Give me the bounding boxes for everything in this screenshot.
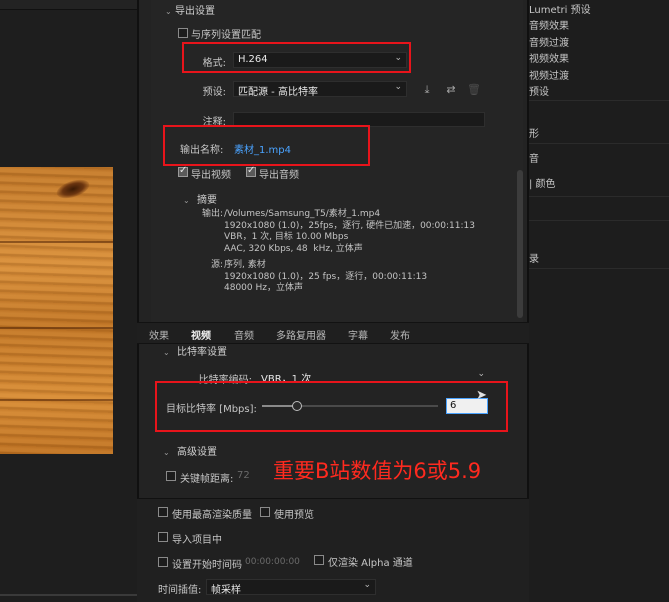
import-into-project-label: 导入项目中 [172,535,222,546]
summary-source-line: 序列, 素材 [224,260,266,270]
tab-effects[interactable]: 效果 [149,327,169,342]
panel-item-color[interactable]: | 颜色 [529,175,556,190]
panel-item-audio[interactable]: 音 [529,150,539,165]
export-video-label: 导出视频 [191,170,231,181]
wood-seam [0,399,113,401]
keyframe-distance-value[interactable]: 72 [237,470,250,481]
wood-knot [54,176,92,202]
tab-audio[interactable]: 音频 [234,327,254,342]
panel-item-shape[interactable]: 形 [529,125,539,140]
summary-output-label: 输出: [201,209,223,219]
summary-source-line: 1920x1080 (1.0)，25 fps，逐行，00:00:11:13 [224,272,428,282]
export-audio-checkbox[interactable] [246,165,256,177]
chevron-down-icon: ⌄ [163,448,170,457]
bitrate-settings-header[interactable]: ⌄ 比特率设置 [163,343,227,358]
effects-item-video-transitions[interactable]: 视频过渡 [529,67,569,82]
summary-source-label: 源: [210,260,223,270]
output-name-highlight-box [163,125,370,166]
use-previews-label: 使用预览 [274,510,314,521]
effects-item-audio-effects[interactable]: 音频效果 [529,17,569,32]
summary-source-line: 48000 Hz，立体声 [224,283,303,293]
use-previews-checkbox[interactable] [260,507,270,517]
panel-item-record[interactable]: 录 [529,250,539,265]
save-preset-icon[interactable]: ⤓ [420,83,434,96]
keyframe-distance-label: 关键帧距离: [180,474,234,485]
effects-item-lumetri-presets[interactable]: Lumetri 预设 [529,1,591,16]
time-interpolation-value: 帧采样 [211,585,241,596]
program-monitor-panel [0,0,137,602]
delete-preset-icon[interactable]: 🗑 [467,83,481,96]
export-video-checkbox[interactable] [178,165,188,177]
match-sequence-checkbox[interactable] [178,28,188,38]
export-tab-bar: 效果 视频 音频 多路复用器 字幕 发布 [137,322,529,344]
chevron-down-icon: ⌄ [363,580,371,590]
panel-separator [529,268,669,269]
preset-label: 预设: [202,87,226,98]
export-settings-header[interactable]: ⌄ 导出设置 [165,2,215,17]
keyframe-distance-checkbox[interactable] [166,471,176,481]
max-render-quality-label: 使用最高渲染质量 [172,510,252,521]
tab-captions[interactable]: 字幕 [348,327,368,342]
import-into-project-checkbox[interactable] [158,532,168,542]
render-alpha-only-label: 仅渲染 Alpha 通道 [328,558,413,569]
export-settings-title: 导出设置 [175,6,215,17]
annotation-text: 重要B站数值为6或5.9 [273,459,482,483]
advanced-settings-title: 高级设置 [177,447,217,458]
render-alpha-only-checkbox[interactable] [314,555,324,565]
effects-panel: Lumetri 预设 音频效果 音频过渡 视频效果 视频过渡 预设 形 音 | … [529,0,669,602]
chevron-down-icon: ⌄ [183,196,190,205]
match-sequence-label: 与序列设置匹配 [191,30,261,41]
import-preset-icon[interactable]: ⇄ [444,83,458,96]
panel-separator [529,220,669,221]
tab-publish[interactable]: 发布 [390,327,410,342]
preset-select[interactable]: 匹配源 - 高比特率 ⌄ [233,81,407,98]
chevron-down-icon: ⌄ [394,82,402,92]
vertical-scrollbar[interactable] [517,170,523,318]
wood-seam [0,241,113,243]
tab-multiplexer[interactable]: 多路复用器 [276,327,326,342]
chevron-down-icon: ⌄ [163,348,170,357]
tab-video[interactable]: 视频 [191,327,211,342]
bitrate-settings-title: 比特率设置 [177,347,227,358]
target-bitrate-highlight-box [155,381,508,432]
time-interpolation-label: 时间插值: [158,585,202,596]
summary-output-line: /Volumes/Samsung_T5/素材_1.mp4 [224,209,381,219]
panel-separator [529,143,669,144]
video-preview-frame [0,167,113,454]
max-render-quality-checkbox[interactable] [158,507,168,517]
wood-seam [0,327,113,329]
panel-divider [0,594,137,596]
export-audio-label: 导出音频 [259,170,299,181]
summary-output-line: 1920x1080 (1.0)，25fps，逐行, 硬件已加速，00:00:11… [224,221,475,231]
summary-header[interactable]: ⌄ 摘要 [183,191,217,206]
effects-item-audio-transitions[interactable]: 音频过渡 [529,34,569,49]
summary-output-line: AAC, 320 Kbps, 48 kHz, 立体声 [224,244,363,254]
time-interpolation-select[interactable]: 帧采样 ⌄ [206,579,376,596]
start-timecode-value[interactable]: 00:00:00:00 [245,557,300,567]
chevron-down-icon: ⌄ [165,7,172,16]
advanced-settings-header[interactable]: ⌄ 高级设置 [163,443,217,458]
panel-separator [529,196,669,197]
summary-title: 摘要 [197,195,217,206]
summary-output-line: VBR，1 次, 目标 10.00 Mbps [224,232,349,242]
panel-separator [529,100,669,101]
set-start-timecode-label: 设置开始时间码 [172,560,242,571]
chevron-down-icon: ⌄ [477,369,485,379]
format-highlight-box [182,42,411,73]
effects-item-video-effects[interactable]: 视频效果 [529,50,569,65]
monitor-top-bar [0,0,137,10]
set-start-timecode-checkbox[interactable] [158,557,168,567]
effects-item-presets[interactable]: 预设 [529,83,549,98]
preset-value: 匹配源 - 高比特率 [238,87,318,98]
